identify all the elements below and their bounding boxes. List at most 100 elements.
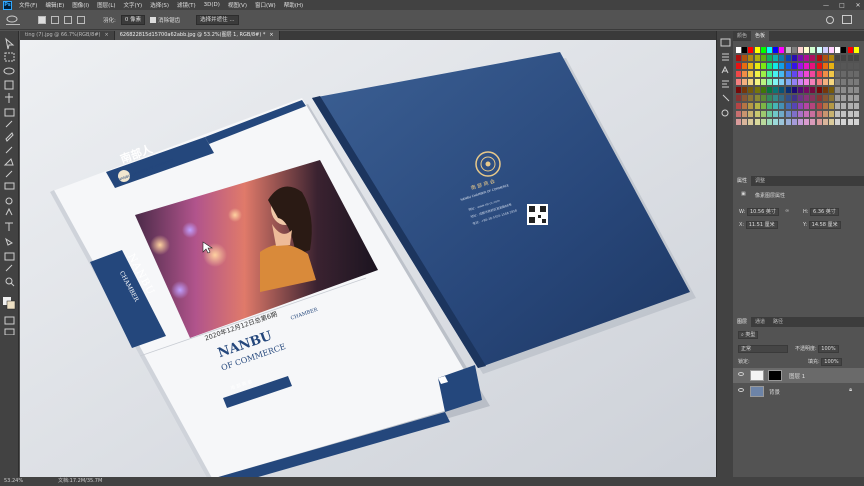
color-swatch[interactable] [835,111,841,117]
color-swatch[interactable] [779,63,785,69]
color-swatch[interactable] [835,71,841,77]
color-swatch[interactable] [804,87,810,93]
color-swatch[interactable] [829,87,834,93]
color-swatch[interactable] [736,111,741,117]
color-swatch[interactable] [798,79,803,85]
color-swatch[interactable] [822,111,828,117]
color-swatch[interactable] [822,79,828,85]
color-swatch[interactable] [847,55,853,61]
color-swatch[interactable] [767,119,772,125]
color-swatch[interactable] [791,55,797,61]
color-swatch[interactable] [804,71,810,77]
color-swatch[interactable] [853,111,859,117]
color-swatch[interactable] [767,47,772,53]
color-swatch[interactable] [791,63,797,69]
lasso-tool-preset-icon[interactable] [6,15,20,25]
document-canvas[interactable]: 南部人 NANBU CHAMBER OF COMMERCE NANBU CHAM… [20,40,716,477]
color-swatch[interactable] [785,79,791,85]
color-swatch[interactable] [736,63,741,69]
color-swatch[interactable] [822,71,828,77]
color-swatch[interactable] [748,111,754,117]
color-swatch[interactable] [810,111,816,117]
color-swatch[interactable] [785,103,791,109]
color-swatch[interactable] [816,63,822,69]
menu-layer[interactable]: 图层(L) [93,1,119,9]
color-swatch[interactable] [829,55,834,61]
color-swatch[interactable] [810,63,816,69]
color-swatch[interactable] [736,79,741,85]
color-swatch[interactable] [742,103,748,109]
tab-layers[interactable]: 图层 [733,317,752,327]
color-swatch[interactable] [835,119,841,125]
color-swatch[interactable] [748,103,754,109]
y-input[interactable]: 14.58 厘米 [808,221,841,229]
color-swatch[interactable] [754,55,760,61]
color-swatch[interactable] [742,79,748,85]
color-swatch[interactable] [822,103,828,109]
color-swatch[interactable] [773,63,779,69]
color-swatch[interactable] [791,71,797,77]
color-swatch[interactable] [736,71,741,77]
tab-properties[interactable]: 属性 [733,176,752,186]
layer-row-layer1[interactable]: 图层 1 [733,368,864,383]
color-swatch[interactable] [804,55,810,61]
color-swatch[interactable] [773,119,779,125]
color-swatch[interactable] [754,111,760,117]
color-swatch[interactable] [760,63,766,69]
color-swatch[interactable] [748,119,754,125]
color-swatch[interactable] [773,79,779,85]
visibility-eye-icon[interactable] [738,372,744,376]
color-swatch[interactable] [785,55,791,61]
color-swatch[interactable] [822,95,828,101]
color-swatch[interactable] [748,63,754,69]
menu-filter[interactable]: 滤镜(T) [173,1,200,9]
color-swatch[interactable] [791,87,797,93]
color-swatch[interactable] [742,87,748,93]
color-swatch[interactable] [754,87,760,93]
opacity-input[interactable]: 100% [818,345,839,353]
menu-view[interactable]: 视图(V) [224,1,251,9]
color-swatch[interactable] [841,111,847,117]
color-swatch[interactable] [767,71,772,77]
color-swatch[interactable] [798,87,803,93]
color-swatch[interactable] [742,111,748,117]
color-swatch[interactable] [785,47,791,53]
color-swatch[interactable] [829,103,834,109]
color-swatch[interactable] [748,55,754,61]
color-swatch[interactable] [736,87,741,93]
color-swatch[interactable] [785,87,791,93]
color-swatch[interactable] [779,71,785,77]
swatch-grid[interactable] [736,47,860,155]
subtract-selection-icon[interactable] [64,15,72,24]
color-swatch[interactable] [841,87,847,93]
color-swatch[interactable] [754,79,760,85]
color-swatch[interactable] [773,103,779,109]
close-tab-icon[interactable]: × [269,32,273,38]
color-swatch[interactable] [847,95,853,101]
color-swatch[interactable] [791,111,797,117]
tab-paths[interactable]: 路径 [769,317,787,327]
color-swatch[interactable] [779,95,785,101]
color-swatch[interactable] [853,63,859,69]
tab-color[interactable]: 颜色 [733,31,751,41]
color-swatch[interactable] [767,103,772,109]
color-swatch[interactable] [779,111,785,117]
color-swatch[interactable] [754,119,760,125]
color-swatch[interactable] [748,95,754,101]
color-swatch[interactable] [816,71,822,77]
color-swatch[interactable] [791,95,797,101]
color-swatch[interactable] [810,95,816,101]
color-swatch[interactable] [785,71,791,77]
color-swatch[interactable] [798,103,803,109]
color-swatch[interactable] [841,47,847,53]
color-swatch[interactable] [779,119,785,125]
color-swatch[interactable] [835,103,841,109]
color-swatch[interactable] [829,95,834,101]
layer-row-background[interactable]: 背景 🔒︎ [733,384,864,399]
color-swatch[interactable] [742,71,748,77]
color-swatch[interactable] [767,55,772,61]
fill-input[interactable]: 100% [821,358,842,366]
color-swatch[interactable] [841,55,847,61]
color-swatch[interactable] [742,55,748,61]
color-swatch[interactable] [742,119,748,125]
